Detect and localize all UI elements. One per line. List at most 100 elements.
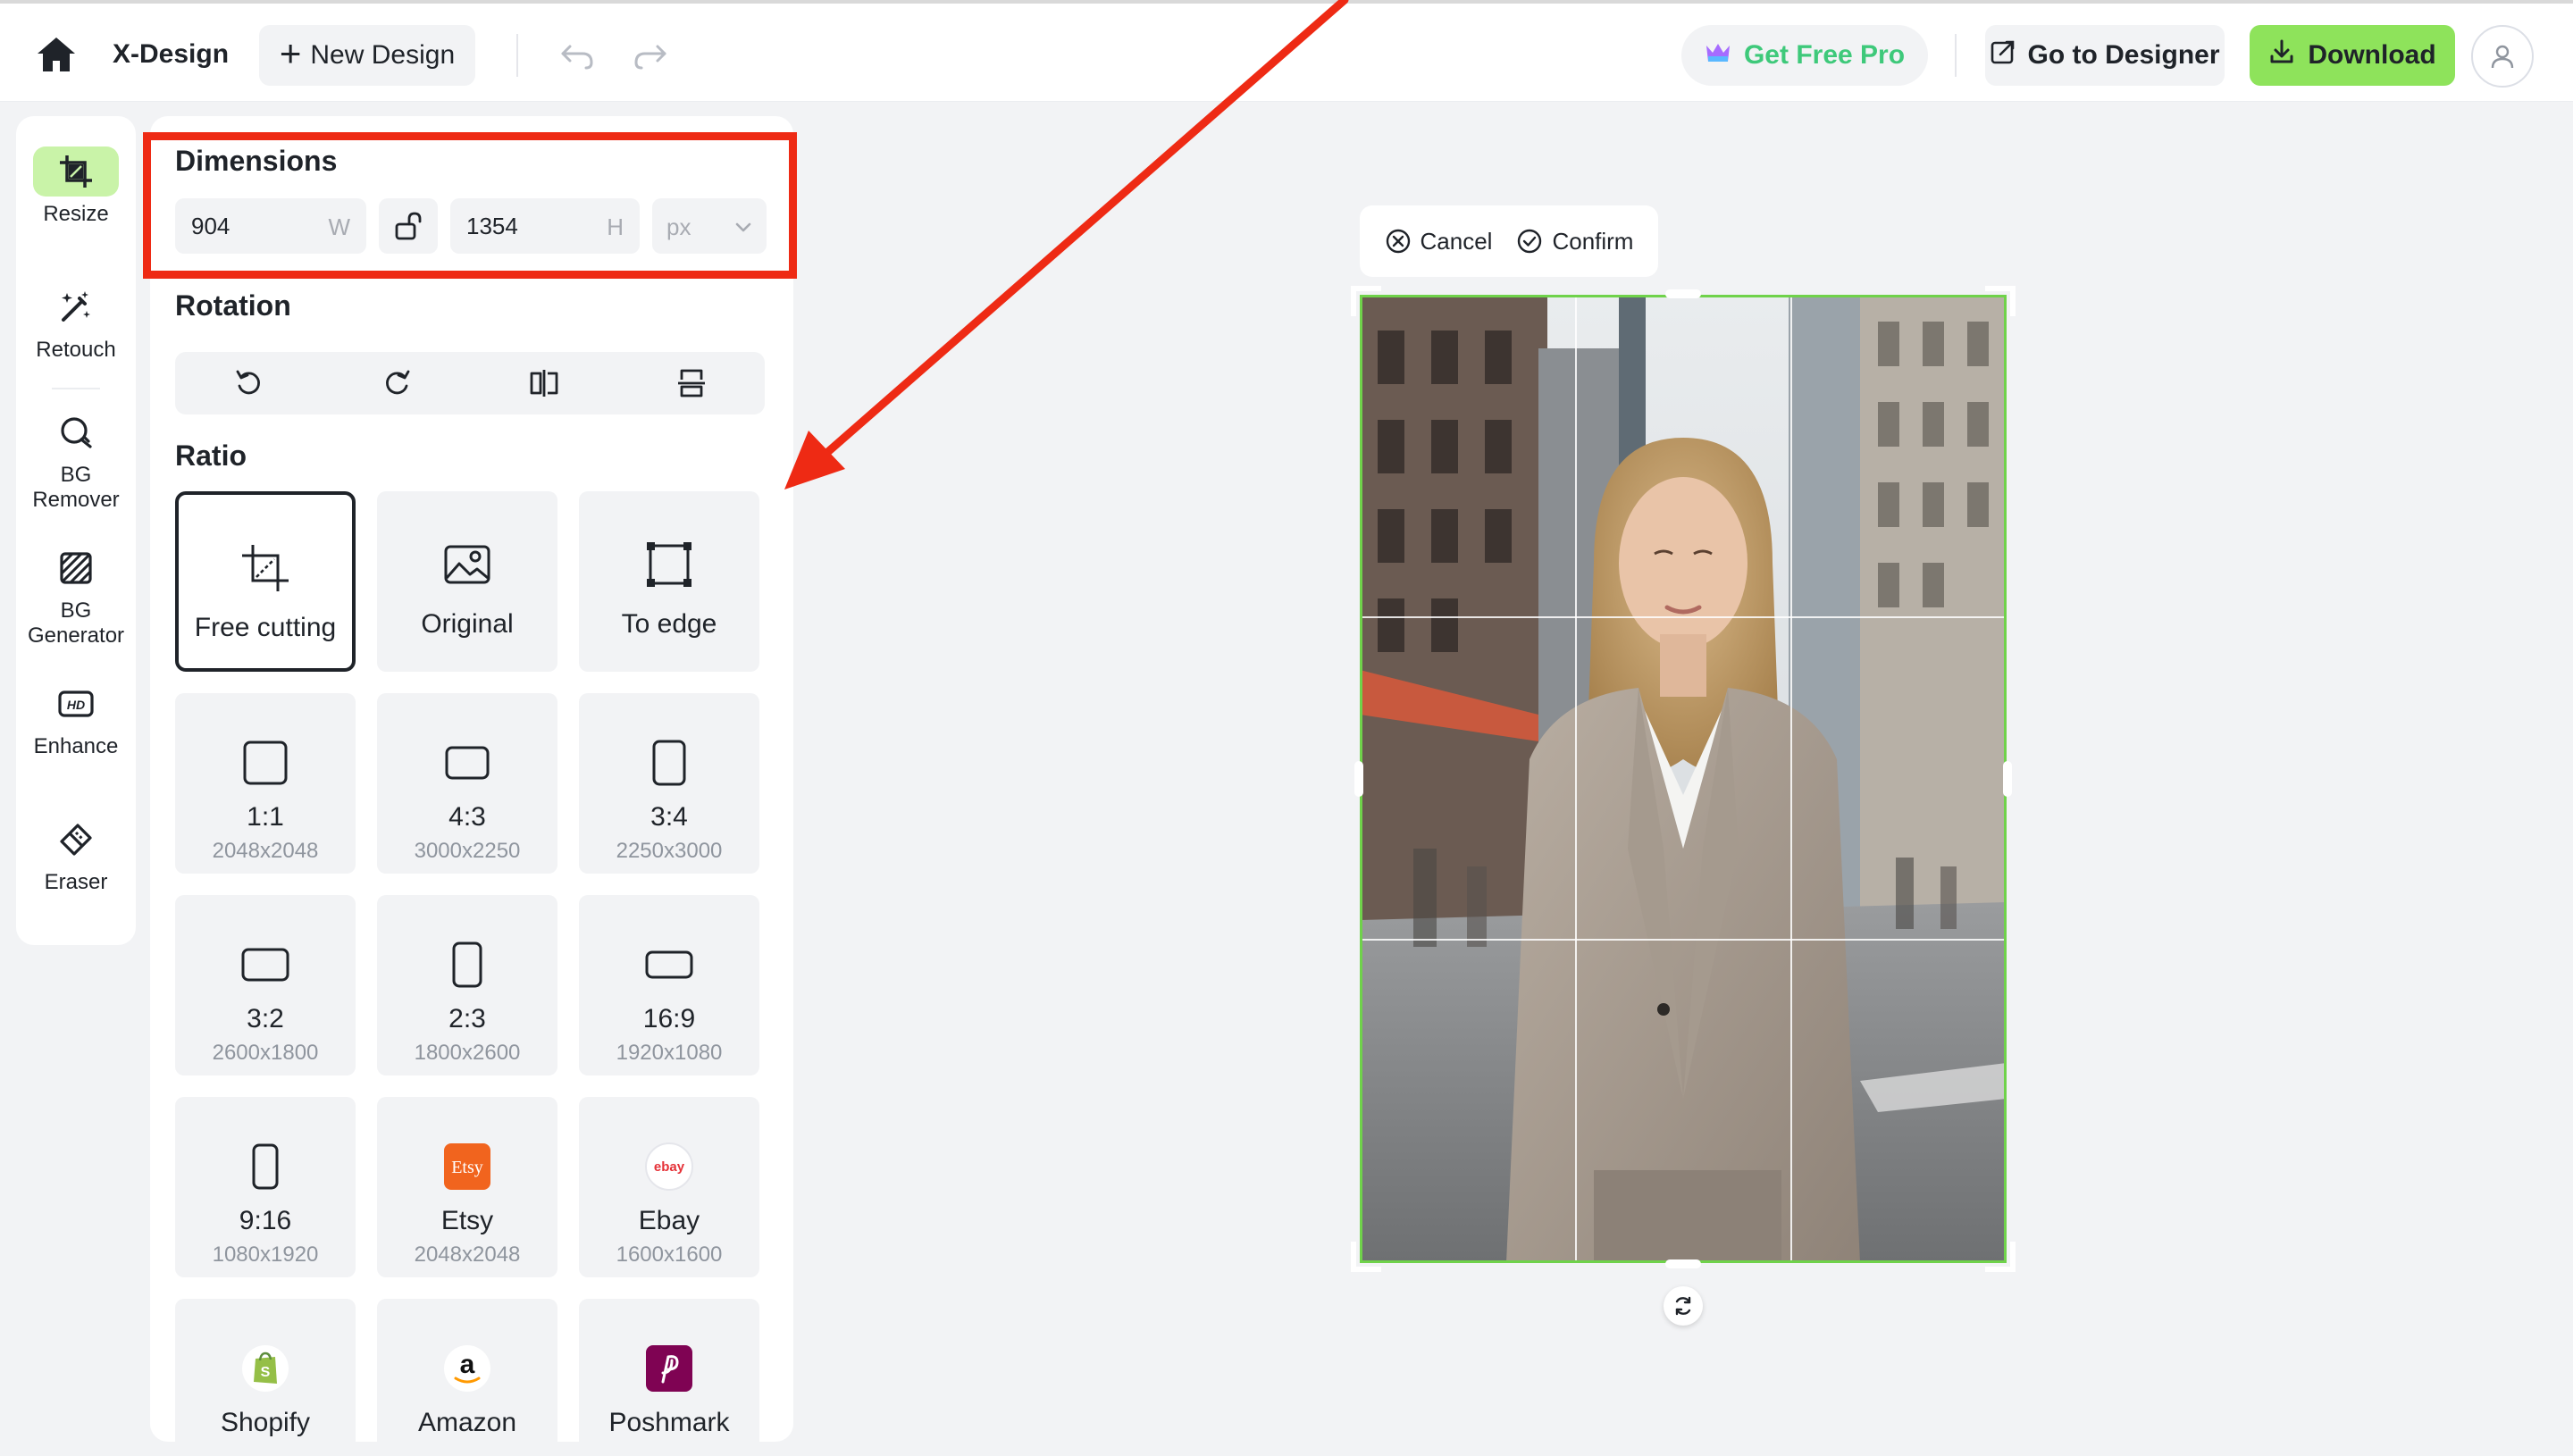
square-icon bbox=[242, 729, 289, 797]
crown-icon bbox=[1705, 40, 1731, 71]
hd-icon: HD bbox=[33, 679, 119, 729]
crop-frame[interactable] bbox=[1360, 295, 2007, 1263]
tool-eraser[interactable]: Eraser bbox=[16, 815, 136, 895]
ratio-16-9[interactable]: 16:9 1920x1080 bbox=[579, 895, 759, 1075]
bg-generator-icon bbox=[33, 543, 119, 593]
ratio-9-16[interactable]: 9:16 1080x1920 bbox=[175, 1097, 356, 1277]
ratio-size: 2600x1800 bbox=[212, 1041, 319, 1065]
ratio-size: 1920x1080 bbox=[616, 1041, 723, 1065]
ratio-size: 2048x2048 bbox=[414, 1243, 521, 1267]
top-bar: X-Design + New Design Get Free Pro Go to… bbox=[0, 0, 2573, 102]
ratio-shopify[interactable]: S Shopify bbox=[175, 1299, 356, 1442]
confirm-button[interactable]: Confirm bbox=[1516, 228, 1633, 255]
redo-icon[interactable] bbox=[631, 36, 670, 75]
ratio-free-cutting[interactable]: Free cutting bbox=[175, 491, 356, 672]
flip-vertical-icon bbox=[677, 369, 705, 397]
tool-label: BG Remover bbox=[32, 463, 120, 512]
svg-text:HD: HD bbox=[67, 698, 85, 712]
ratio-4-3[interactable]: 4:3 3000x2250 bbox=[377, 693, 557, 874]
tool-bg-generator[interactable]: BG Generator bbox=[16, 543, 136, 649]
ratio-name: Free cutting bbox=[194, 613, 337, 642]
rotate-left-button[interactable] bbox=[175, 352, 323, 414]
cancel-button[interactable]: Cancel bbox=[1385, 227, 1493, 255]
annotation-highlight-box bbox=[143, 132, 797, 279]
amazon-logo-icon: a bbox=[443, 1335, 491, 1402]
download-button[interactable]: Download bbox=[2250, 25, 2455, 86]
tool-enhance[interactable]: HD Enhance bbox=[16, 679, 136, 759]
tool-rail: Resize Retouch BG Remover BG Generator H… bbox=[16, 116, 136, 945]
tool-label: Eraser bbox=[44, 870, 108, 894]
divider bbox=[52, 388, 100, 389]
cancel-label: Cancel bbox=[1420, 227, 1493, 255]
user-avatar[interactable] bbox=[2471, 25, 2534, 88]
ratio-name: 1:1 bbox=[247, 802, 284, 832]
ratio-name: 3:4 bbox=[650, 802, 688, 832]
ratio-etsy[interactable]: Etsy Etsy 2048x2048 bbox=[377, 1097, 557, 1277]
svg-text:S: S bbox=[261, 1365, 271, 1380]
svg-text:a: a bbox=[460, 1350, 475, 1379]
ratio-size: 2250x3000 bbox=[616, 839, 723, 863]
shopify-logo-icon: S bbox=[241, 1335, 289, 1402]
ratio-2-3[interactable]: 2:3 1800x2600 bbox=[377, 895, 557, 1075]
rotate-left-icon bbox=[236, 370, 260, 395]
ratio-amazon[interactable]: a Amazon bbox=[377, 1299, 557, 1442]
refresh-icon bbox=[1675, 1296, 1691, 1316]
brand-name: X-Design bbox=[113, 39, 230, 69]
crop-handle-right[interactable] bbox=[2003, 761, 2012, 797]
crop-handle-top-right[interactable] bbox=[1985, 286, 2016, 316]
bg-remover-icon bbox=[33, 407, 119, 457]
rotate-right-button[interactable] bbox=[323, 352, 470, 414]
flip-horizontal-button[interactable] bbox=[470, 352, 617, 414]
crop-handle-top[interactable] bbox=[1665, 289, 1701, 298]
ratio-name: Ebay bbox=[638, 1206, 700, 1235]
ratio-size: 3000x2250 bbox=[414, 839, 521, 863]
undo-icon[interactable] bbox=[557, 36, 597, 75]
crop-handle-bottom-left[interactable] bbox=[1351, 1242, 1381, 1272]
home-icon[interactable] bbox=[36, 36, 77, 73]
flip-horizontal-icon bbox=[530, 370, 557, 397]
ratio-ebay[interactable]: ebay Ebay 1600x1600 bbox=[579, 1097, 759, 1277]
ratio-1-1[interactable]: 1:1 2048x2048 bbox=[175, 693, 356, 874]
crop-handle-top-left[interactable] bbox=[1351, 286, 1381, 316]
crop-handle-bottom-right[interactable] bbox=[1985, 1242, 2016, 1272]
go-to-designer-label: Go to Designer bbox=[2027, 40, 2220, 70]
ratio-name: Amazon bbox=[417, 1408, 517, 1437]
ratio-size: 2048x2048 bbox=[212, 839, 319, 863]
ratio-size: 1080x1920 bbox=[212, 1243, 319, 1267]
ratio-3-2[interactable]: 3:2 2600x1800 bbox=[175, 895, 356, 1075]
tool-retouch[interactable]: Retouch bbox=[16, 282, 136, 363]
ratio-name: Shopify bbox=[220, 1408, 311, 1437]
rotate-handle[interactable] bbox=[1664, 1286, 1703, 1326]
flip-vertical-button[interactable] bbox=[617, 352, 765, 414]
go-to-designer-button[interactable]: Go to Designer bbox=[1985, 25, 2225, 86]
rotation-toolbar bbox=[175, 352, 765, 414]
ratio-original[interactable]: Original bbox=[377, 491, 557, 672]
svg-text:Etsy: Etsy bbox=[451, 1158, 483, 1177]
ratio-poshmark[interactable]: Poshmark bbox=[579, 1299, 759, 1442]
get-free-pro-label: Get Free Pro bbox=[1743, 40, 1906, 70]
ratio-name: 3:2 bbox=[247, 1004, 284, 1033]
tool-bg-remover[interactable]: BG Remover bbox=[16, 407, 136, 513]
new-design-button[interactable]: + New Design bbox=[259, 25, 475, 86]
landscape-16-9-icon bbox=[644, 931, 694, 999]
ratio-3-4[interactable]: 3:4 2250x3000 bbox=[579, 693, 759, 874]
rotation-title: Rotation bbox=[175, 289, 291, 322]
divider bbox=[1955, 34, 1957, 77]
landscape-3-2-icon bbox=[240, 931, 290, 999]
magic-wand-icon bbox=[33, 282, 119, 332]
ratio-to-edge[interactable]: To edge bbox=[579, 491, 759, 672]
ratio-name: 4:3 bbox=[448, 802, 486, 832]
ratio-name: To edge bbox=[621, 609, 717, 639]
crop-handle-bottom[interactable] bbox=[1665, 1259, 1701, 1268]
tool-label: Resize bbox=[43, 202, 109, 226]
rotate-right-icon bbox=[385, 370, 409, 395]
poshmark-logo-icon bbox=[645, 1335, 693, 1402]
crop-handle-left[interactable] bbox=[1354, 761, 1363, 797]
tool-label: Retouch bbox=[36, 338, 116, 362]
crop-toolbar: Cancel Confirm bbox=[1360, 205, 1658, 277]
get-free-pro-button[interactable]: Get Free Pro bbox=[1681, 25, 1928, 86]
close-circle-icon bbox=[1386, 229, 1410, 254]
new-design-label: New Design bbox=[310, 40, 456, 70]
tool-resize[interactable]: Resize bbox=[16, 146, 136, 227]
check-circle-icon bbox=[1518, 229, 1542, 254]
